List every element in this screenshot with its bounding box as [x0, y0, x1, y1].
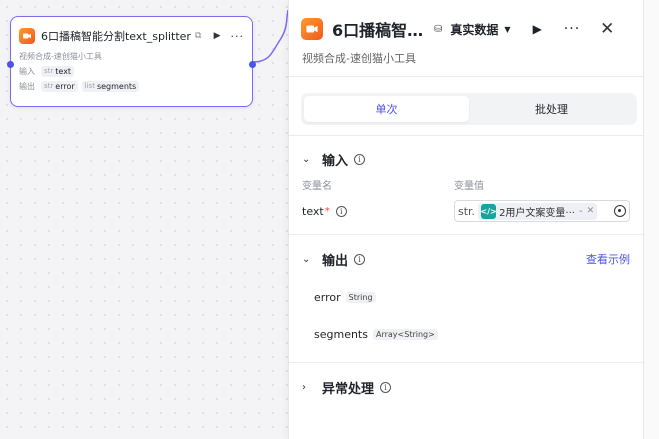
- output-chip: list segments: [81, 80, 140, 92]
- inputs-label: 输入: [19, 66, 35, 76]
- run-mode-tabs: 单次 批处理: [301, 93, 637, 125]
- info-icon[interactable]: i: [354, 253, 366, 265]
- chevron-right-icon[interactable]: ›: [302, 382, 316, 393]
- output-type: String: [345, 291, 376, 303]
- data-source-select[interactable]: 真实数据: [450, 21, 498, 38]
- divider: [289, 234, 643, 235]
- more-icon[interactable]: ···: [564, 21, 580, 37]
- node-header: 6口播稿智能分割text_splitter ⧉ ▶ ···: [11, 23, 252, 49]
- variable-type: str.: [458, 204, 476, 218]
- exception-section-title: 异常处理: [322, 381, 375, 397]
- output-row: error String: [289, 289, 643, 305]
- input-section-title: 输入: [322, 153, 349, 169]
- panel-header: 6口播稿智能分割text_splitter ⛁ 真实数据 ▼ ▶ ··· ✕: [289, 14, 643, 44]
- target-icon[interactable]: [614, 205, 626, 217]
- node-outputs-row: 输出 str error list segments: [11, 79, 252, 93]
- variable-value-field[interactable]: str. </> 2用户文案变量··· - ✕: [454, 200, 630, 222]
- close-icon[interactable]: ✕: [600, 19, 614, 39]
- variable-row: text * i str. </> 2用户文案变量··· - ✕: [289, 200, 643, 222]
- node-input-port[interactable]: [7, 61, 14, 68]
- background-panel-strip: [643, 0, 659, 439]
- panel-description: 视频合成-速创猫小工具: [302, 52, 416, 65]
- tab-batch[interactable]: 批处理: [469, 96, 634, 122]
- panel-title: 6口播稿智能分割text_splitter: [332, 21, 424, 40]
- text-splitter-node[interactable]: 6口播稿智能分割text_splitter ⧉ ▶ ··· 视频合成-速创猫小工…: [7, 16, 256, 107]
- col-variable-name: 变量名: [302, 181, 332, 192]
- output-name: error: [314, 290, 341, 304]
- chevron-down-icon[interactable]: ⌄: [302, 154, 316, 165]
- video-app-icon: [301, 18, 323, 40]
- variable-reference-chip[interactable]: </> 2用户文案变量··· - ✕: [478, 202, 598, 220]
- divider: [289, 362, 643, 363]
- variable-name: text * i: [302, 205, 454, 218]
- exception-section-header[interactable]: › 异常处理 i: [289, 377, 643, 397]
- info-icon[interactable]: i: [354, 153, 366, 165]
- video-app-icon: [19, 28, 35, 44]
- output-row: segments Array<String>: [289, 326, 643, 342]
- required-marker: *: [324, 205, 330, 217]
- node-output-port[interactable]: [249, 61, 256, 68]
- col-variable-value: 变量值: [454, 181, 484, 192]
- input-chip: str text: [41, 65, 75, 77]
- info-icon[interactable]: i: [380, 381, 392, 393]
- chevron-down-icon[interactable]: ▼: [504, 25, 510, 34]
- code-icon: </>: [480, 203, 497, 219]
- output-section-header[interactable]: ⌄ 输出 i 查看示例: [289, 249, 643, 269]
- output-name: segments: [314, 327, 368, 341]
- output-section-title: 输出: [322, 253, 349, 269]
- run-icon[interactable]: ▶: [214, 31, 221, 41]
- copy-icon[interactable]: ⧉: [195, 31, 201, 41]
- tab-single[interactable]: 单次: [304, 96, 469, 122]
- node-title: 6口播稿智能分割text_splitter: [41, 30, 191, 43]
- variable-column-headers: 变量名 变量值: [289, 177, 643, 192]
- divider: [289, 135, 643, 136]
- database-icon: ⛁: [434, 23, 443, 35]
- info-icon[interactable]: i: [335, 205, 347, 217]
- chevron-down-icon[interactable]: ⌄: [302, 254, 316, 265]
- divider: [289, 76, 643, 77]
- node-inputs-row: 输入 str text: [11, 64, 252, 78]
- node-description: 视频合成-速创猫小工具: [19, 52, 102, 61]
- output-chip: str error: [41, 80, 78, 92]
- more-icon[interactable]: ···: [231, 30, 245, 43]
- run-icon[interactable]: ▶: [533, 22, 542, 36]
- close-icon[interactable]: ✕: [587, 206, 595, 216]
- input-section-header[interactable]: ⌄ 输入 i: [289, 149, 643, 169]
- view-example-link[interactable]: 查看示例: [586, 251, 630, 267]
- outputs-label: 输出: [19, 81, 35, 91]
- output-type: Array<String>: [372, 328, 438, 340]
- node-detail-panel: 6口播稿智能分割text_splitter ⛁ 真实数据 ▼ ▶ ··· ✕ 视…: [288, 0, 643, 439]
